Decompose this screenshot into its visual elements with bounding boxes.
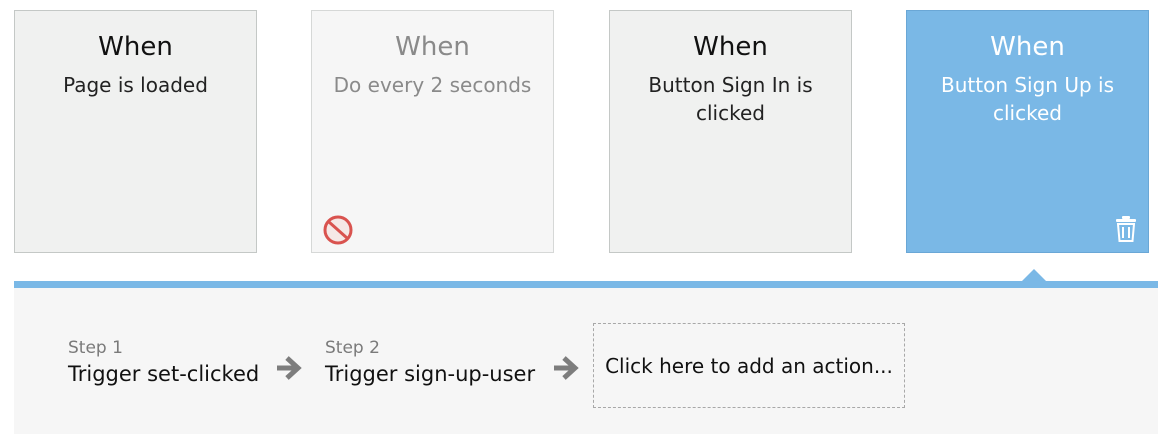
event-when-label: When bbox=[693, 32, 768, 62]
arrow-right-icon bbox=[277, 356, 302, 380]
actions-panel: Step 1 Trigger set-clicked Step 2 Trigge… bbox=[14, 281, 1158, 434]
step-name: Trigger sign-up-user bbox=[325, 362, 536, 386]
step-number: Step 1 bbox=[68, 338, 123, 358]
arrow-right-icon bbox=[554, 356, 579, 380]
add-action-button[interactable]: Click here to add an action... bbox=[593, 323, 905, 408]
add-action-label: Click here to add an action... bbox=[605, 353, 893, 378]
event-card-do-every-2-seconds[interactable]: When Do every 2 seconds bbox=[311, 10, 554, 253]
event-description: Do every 2 seconds bbox=[333, 73, 532, 97]
action-step-1[interactable]: Step 1 Trigger set-clicked bbox=[68, 337, 259, 389]
step-name: Trigger set-clicked bbox=[68, 362, 260, 386]
workflow-editor: When Page is loaded When Do every 2 seco… bbox=[0, 0, 1158, 434]
event-description: Page is loaded bbox=[63, 73, 208, 97]
trash-icon[interactable] bbox=[1114, 216, 1138, 242]
action-step-2[interactable]: Step 2 Trigger sign-up-user bbox=[325, 337, 535, 389]
event-description: Button Sign In is clicked bbox=[648, 73, 813, 125]
event-description: Button Sign Up is clicked bbox=[941, 73, 1114, 125]
event-card-page-loaded[interactable]: When Page is loaded bbox=[14, 10, 257, 253]
disabled-icon[interactable] bbox=[322, 214, 354, 246]
event-card-button-sign-in-clicked[interactable]: When Button Sign In is clicked bbox=[609, 10, 852, 253]
event-when-label: When bbox=[990, 32, 1065, 62]
event-when-label: When bbox=[395, 32, 470, 62]
step-number: Step 2 bbox=[325, 338, 380, 358]
event-when-label: When bbox=[98, 32, 173, 62]
event-card-button-sign-up-clicked[interactable]: When Button Sign Up is clicked bbox=[906, 10, 1149, 253]
